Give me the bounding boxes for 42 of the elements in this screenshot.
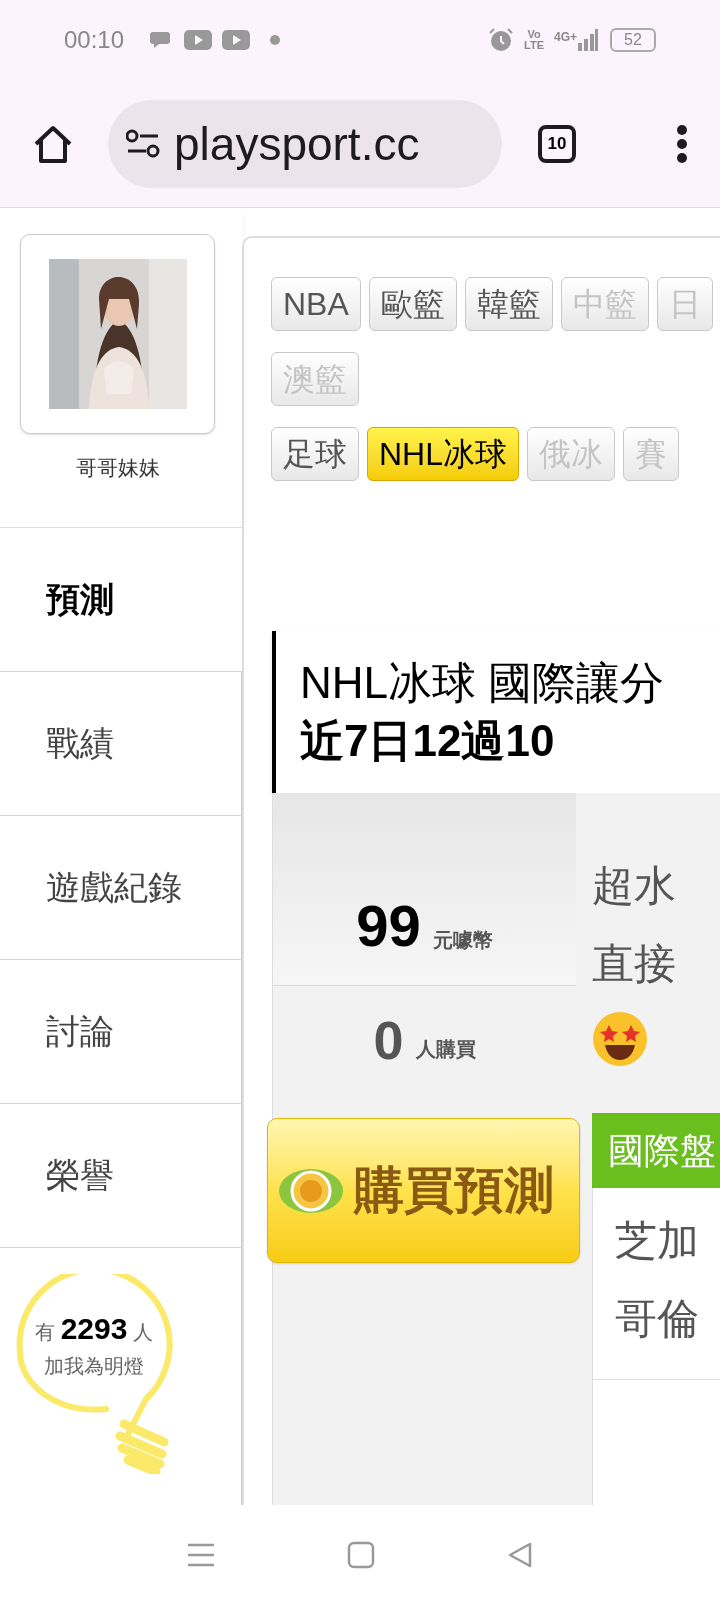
status-time: 00:10 (64, 25, 125, 55)
prediction-title: NHL冰球 國際讓分 (300, 657, 666, 709)
sport-tag[interactable]: NBA (271, 277, 361, 331)
lamp-caption: 加我為明燈 (44, 1354, 144, 1379)
profile-name: 哥哥妹妹 (75, 455, 161, 481)
sport-tag[interactable]: 韓籃 (464, 277, 553, 331)
star-eyes-face-icon (592, 1011, 648, 1067)
battery-indicator: 52 (610, 28, 656, 52)
volte-label: Vo LTE (524, 29, 544, 51)
lamp-prefix: 有 (34, 1320, 55, 1345)
sport-tag[interactable]: 足球 (271, 427, 359, 481)
sidebar-item[interactable]: 戰績 (0, 672, 242, 816)
chat-icon (150, 30, 173, 50)
buyer-unit: 人購買 (415, 1037, 476, 1062)
dot-icon (270, 35, 281, 45)
signal-icon (578, 29, 598, 51)
team-name: 哥倫 (615, 1294, 700, 1344)
network-label: 4G+ (554, 29, 577, 46)
home-square-icon[interactable] (347, 1540, 375, 1569)
lamp-suffix: 人 (133, 1320, 154, 1345)
sidebar-item[interactable]: 遊戲紀錄 (0, 816, 242, 960)
buyer-count: 0 (373, 1013, 404, 1067)
menu-icon[interactable] (676, 123, 688, 164)
description-line: 超水 (592, 861, 677, 911)
description-line: 直接 (592, 939, 677, 989)
site-settings-icon[interactable] (126, 128, 160, 159)
buy-prediction-button[interactable]: 購買預測 (267, 1118, 580, 1263)
sidebar-item[interactable]: 榮譽 (0, 1104, 242, 1248)
home-icon[interactable] (32, 123, 74, 164)
address-bar[interactable]: playsport.cc (108, 99, 502, 188)
sport-tag[interactable]: NHL冰球 (367, 427, 519, 481)
alarm-icon (488, 27, 514, 53)
sidebar-item[interactable]: 討論 (0, 960, 242, 1104)
price-value: 99 (356, 897, 421, 955)
prediction-record: 近7日12過10 (300, 715, 556, 767)
play-icon (222, 30, 251, 50)
price-unit: 元噱幣 (432, 928, 493, 953)
lamp-count: 2293 (60, 1311, 128, 1347)
team-name: 芝加 (615, 1216, 700, 1266)
tab-count[interactable]: 10 (538, 124, 576, 163)
play-icon (184, 30, 213, 50)
sport-tag[interactable]: 歐籃 (368, 277, 457, 331)
